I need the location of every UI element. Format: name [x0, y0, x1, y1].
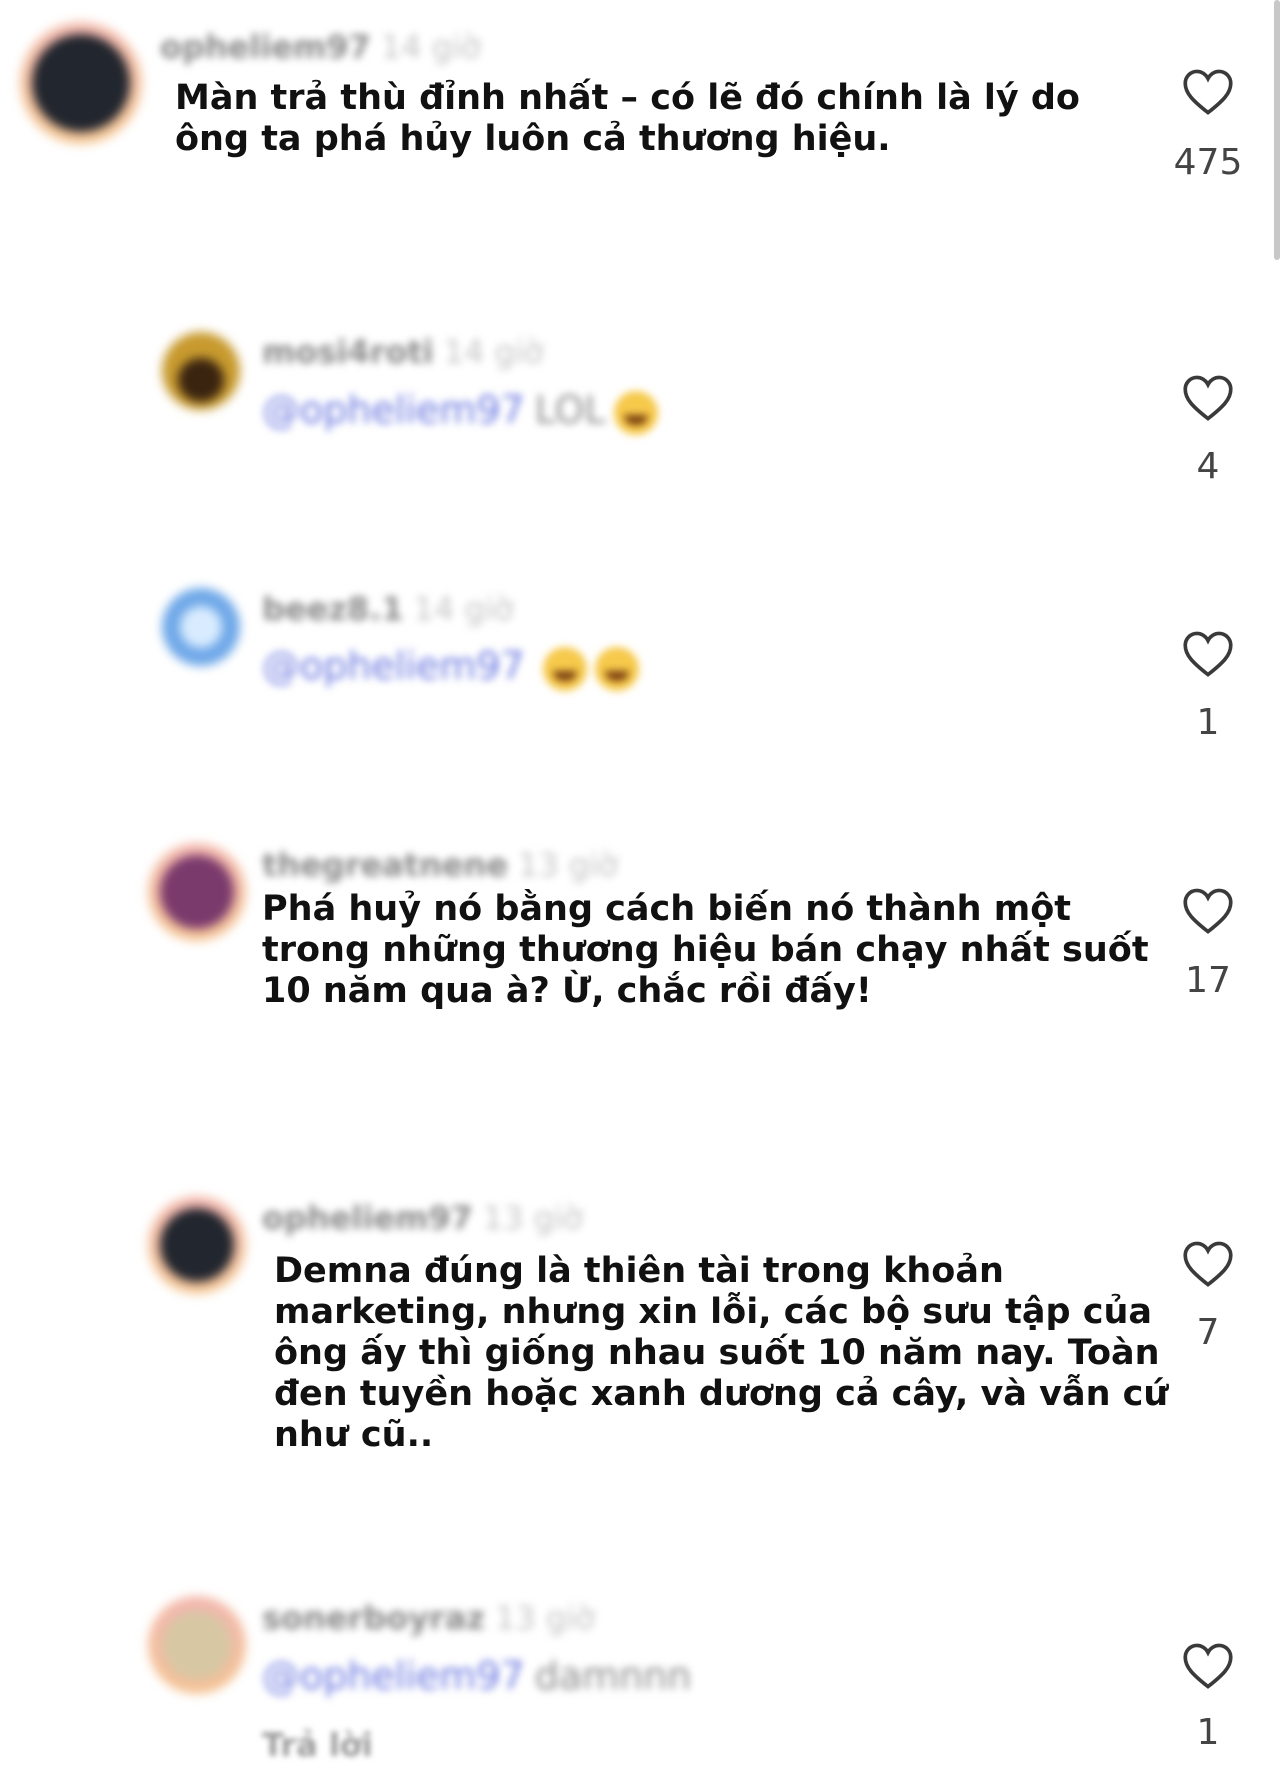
username[interactable]: opheliem97 [160, 28, 371, 66]
timestamp: 14 giờ [380, 28, 481, 66]
reply-text: @opheliem97 damnnn [262, 1654, 692, 1698]
reply-text: @opheliem97 LOL [262, 388, 658, 435]
comment-meta: opheliem97 13 giờ [262, 1199, 583, 1237]
avatar[interactable] [148, 843, 246, 941]
reply-button[interactable]: Trả lời [262, 1726, 373, 1764]
heart-icon[interactable] [1182, 887, 1234, 935]
comment-meta: sonerboyraz 13 giờ [262, 1599, 595, 1637]
mention-link[interactable]: @opheliem97 [262, 1654, 525, 1698]
timestamp: 14 giờ [413, 590, 514, 628]
heart-icon[interactable] [1182, 630, 1234, 678]
crying-laughing-emoji-icon [613, 390, 658, 435]
crying-laughing-emoji-icon [542, 646, 587, 691]
avatar[interactable] [162, 588, 240, 666]
comment-meta: beez8.1 14 giờ [262, 590, 513, 628]
comment-text: Màn trả thù đỉnh nhất – có lẽ đó chính l… [175, 78, 1080, 159]
like-count: 1 [1196, 702, 1220, 743]
comment-text: Phá huỷ nó bằng cách biến nó thành một t… [262, 889, 1149, 1011]
like-count: 4 [1196, 446, 1220, 487]
comment-text: Demna đúng là thiên tài trong khoản mark… [274, 1251, 1169, 1455]
username[interactable]: thegreatnene [262, 846, 508, 884]
crying-laughing-emoji-icon [594, 646, 639, 691]
like-count: 17 [1185, 960, 1231, 1001]
comment-meta: thegreatnene 13 giờ [262, 846, 618, 884]
avatar[interactable] [20, 22, 142, 144]
mention-link[interactable]: @opheliem97 [262, 644, 525, 688]
mention-link[interactable]: @opheliem97 [262, 388, 525, 432]
heart-icon[interactable] [1182, 68, 1234, 116]
avatar[interactable] [148, 1596, 246, 1694]
username[interactable]: opheliem97 [262, 1199, 473, 1237]
avatar[interactable] [148, 1196, 246, 1294]
like-count: 475 [1173, 142, 1243, 183]
like-count: 1 [1196, 1712, 1220, 1753]
timestamp: 14 giờ [443, 333, 544, 371]
reply-text: @opheliem97 [262, 644, 639, 691]
heart-icon[interactable] [1182, 374, 1234, 422]
timestamp: 13 giờ [495, 1599, 595, 1637]
heart-icon[interactable] [1182, 1240, 1234, 1288]
timestamp: 13 giờ [482, 1199, 583, 1237]
scrollbar[interactable] [1274, 0, 1280, 260]
timestamp: 13 giờ [518, 846, 618, 884]
username[interactable]: beez8.1 [262, 590, 404, 628]
comment-meta: mosi4roti 14 giờ [262, 333, 543, 371]
username[interactable]: sonerboyraz [262, 1599, 485, 1637]
username[interactable]: mosi4roti [262, 333, 434, 371]
avatar[interactable] [162, 332, 240, 410]
comment-meta: opheliem97 14 giờ [160, 28, 481, 66]
heart-icon[interactable] [1182, 1642, 1234, 1690]
like-count: 7 [1196, 1312, 1220, 1353]
